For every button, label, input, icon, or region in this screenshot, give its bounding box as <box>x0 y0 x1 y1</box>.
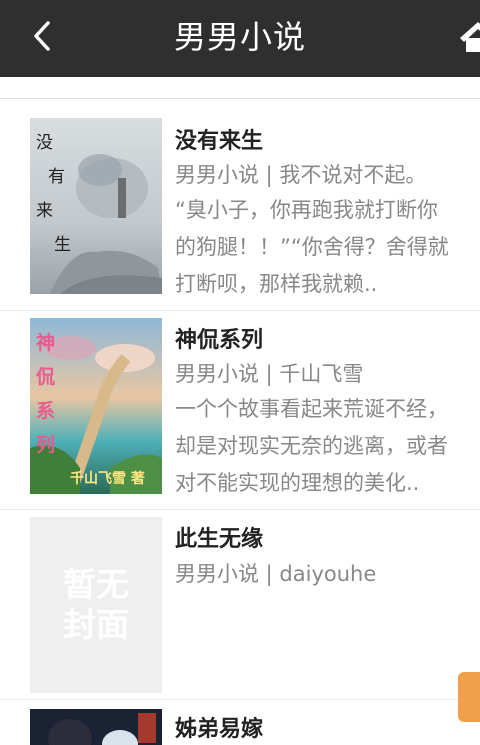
list-item[interactable]: 暂无 封面 此生无缘 男男小说 | daiyouhe <box>0 510 480 700</box>
description-line: 打断呗，那样我就赖.. <box>175 272 378 296</box>
cover-text: 没 <box>36 133 53 153</box>
book-title: 此生无缘 <box>175 527 264 552</box>
list-item[interactable]: 神 侃 系 列 千山飞雪 著 神侃系列 男男小说 | 千山飞雪 一个个故事看起来… <box>0 311 480 510</box>
cover-text: 列 <box>36 434 56 456</box>
home-button[interactable] <box>458 18 480 52</box>
book-description: “臭小子，你再跑我就打断你 的狗腿！！”“你舍得？舍得就 打断呗，那样我就赖.. <box>175 192 480 303</box>
floating-side-button[interactable] <box>458 672 480 722</box>
list-item[interactable]: 姊弟易嫁 <box>0 700 480 745</box>
book-meta: 男男小说 | daiyouhe <box>175 562 377 586</box>
cover-text: 暂无 <box>63 565 129 604</box>
app-header: 男男小说 <box>0 0 480 77</box>
book-cover-placeholder: 暂无 封面 <box>30 517 162 693</box>
description-line: 的狗腿！！”“你舍得？舍得就 <box>175 235 449 259</box>
book-meta: 男男小说 | 千山飞雪 <box>175 362 364 386</box>
book-description: 一个个故事看起来荒诞不经， 却是对现实无奈的逃离，或者 对不能实现的理想的美化.… <box>175 391 480 502</box>
book-title: 没有来生 <box>175 129 264 154</box>
description-line: 对不能实现的理想的美化.. <box>175 471 420 495</box>
cover-text: 侃 <box>36 366 56 388</box>
description-line: 一个个故事看起来荒诞不经， <box>175 397 448 421</box>
cover-text: 有 <box>48 167 65 187</box>
description-line: “臭小子，你再跑我就打断你 <box>175 198 438 222</box>
description-line: 却是对现实无奈的逃离，或者 <box>175 434 448 458</box>
cover-signature: 千山飞雪 著 <box>70 471 145 487</box>
book-cover: 没 有 来 生 <box>30 118 162 294</box>
book-cover <box>30 709 162 745</box>
book-title: 姊弟易嫁 <box>175 717 264 742</box>
list-item[interactable]: 没 有 来 生 没有来生 男男小说 | 我不说对不起。 “臭小子，你再跑我就打断… <box>0 99 480 311</box>
cover-text: 系 <box>36 400 56 422</box>
cover-text: 神 <box>36 332 56 354</box>
cover-text: 封面 <box>63 605 129 644</box>
home-icon <box>460 22 480 52</box>
cover-text: 来 <box>36 201 53 221</box>
book-cover: 神 侃 系 列 千山飞雪 著 <box>30 318 162 494</box>
cover-text: 生 <box>54 235 71 255</box>
page-title: 男男小说 <box>173 18 306 56</box>
book-meta: 男男小说 | 我不说对不起。 <box>175 163 427 187</box>
book-title: 神侃系列 <box>175 328 264 353</box>
